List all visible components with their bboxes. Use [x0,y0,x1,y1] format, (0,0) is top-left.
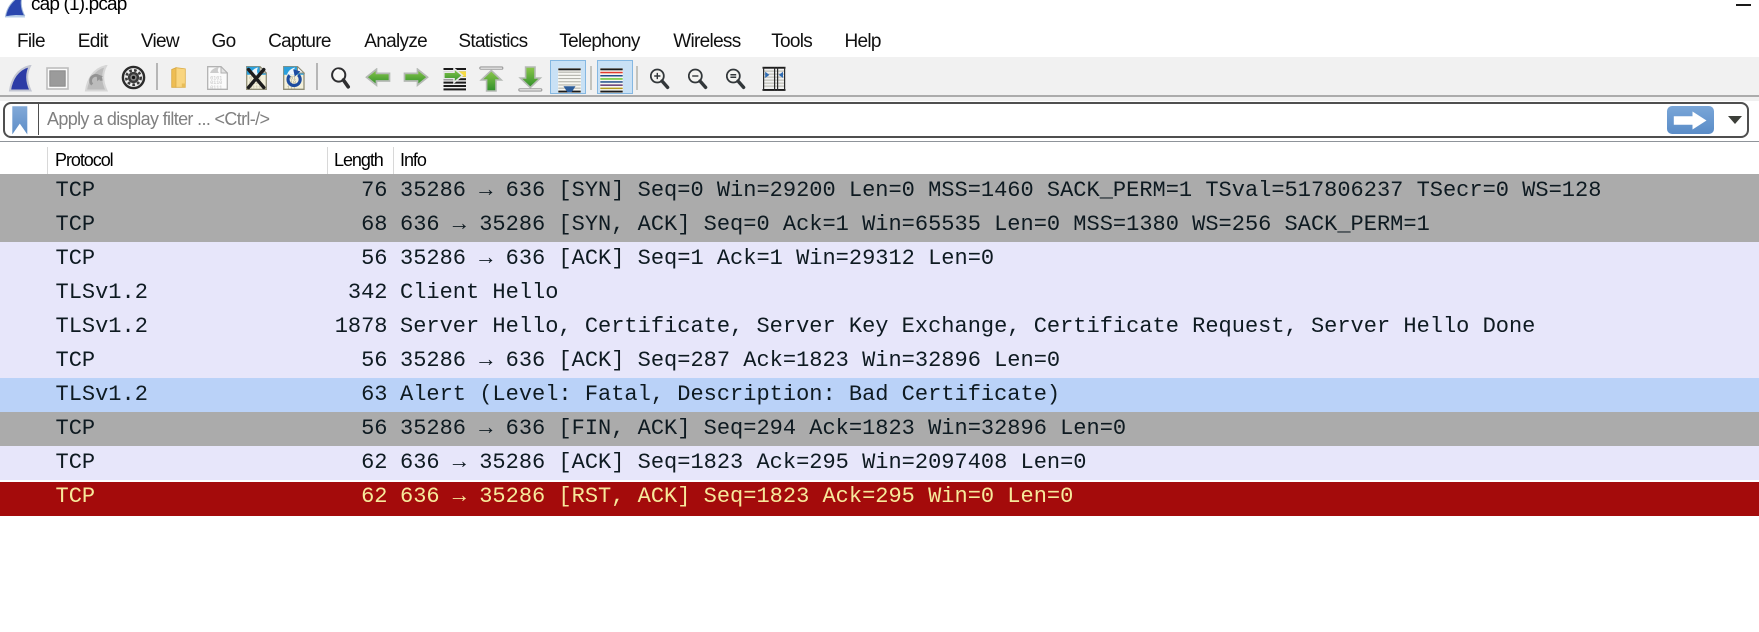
svg-text:0111: 0111 [210,85,222,90]
